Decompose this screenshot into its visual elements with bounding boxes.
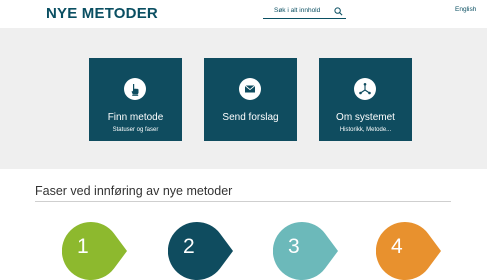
tile-om-systemet[interactable]: Om systemet Historikk, Metode... [319, 58, 412, 141]
tile-title: Send forslag [222, 112, 279, 123]
phase-number: 1 [77, 235, 89, 258]
tile-subtitle: Statuser og faser [112, 127, 159, 133]
hero-band: Finn metode Statuser og faser Send forsl… [0, 28, 487, 169]
phase-1[interactable]: 1 [62, 222, 128, 280]
phases-heading: Faser ved innføring av nye metoder [35, 184, 233, 198]
search-field[interactable]: Søk i alt innhold [263, 6, 346, 19]
phase-number: 2 [183, 235, 195, 258]
envelope-icon [239, 78, 261, 100]
phase-3[interactable]: 3 [273, 222, 339, 280]
search-input[interactable]: Søk i alt innhold [274, 7, 320, 14]
divider [35, 201, 451, 202]
tile-title: Om systemet [336, 112, 395, 123]
site-header: NYE METODER Søk i alt innhold English [0, 0, 487, 28]
tile-subtitle: Historikk, Metode... [339, 127, 392, 133]
search-icon[interactable] [334, 7, 343, 16]
language-link[interactable]: English [455, 6, 476, 13]
connection-icon [354, 78, 376, 100]
phase-number: 3 [288, 235, 300, 258]
tile-title: Finn metode [107, 112, 164, 123]
phase-2[interactable]: 2 [168, 222, 234, 280]
tile-finn-metode[interactable]: Finn metode Statuser og faser [89, 58, 182, 141]
phase-number: 4 [391, 235, 403, 258]
site-logo[interactable]: NYE METODER [46, 5, 158, 22]
hand-pointer-icon [124, 78, 146, 100]
phase-4[interactable]: 4 [376, 222, 442, 280]
tile-send-forslag[interactable]: Send forslag [204, 58, 297, 141]
